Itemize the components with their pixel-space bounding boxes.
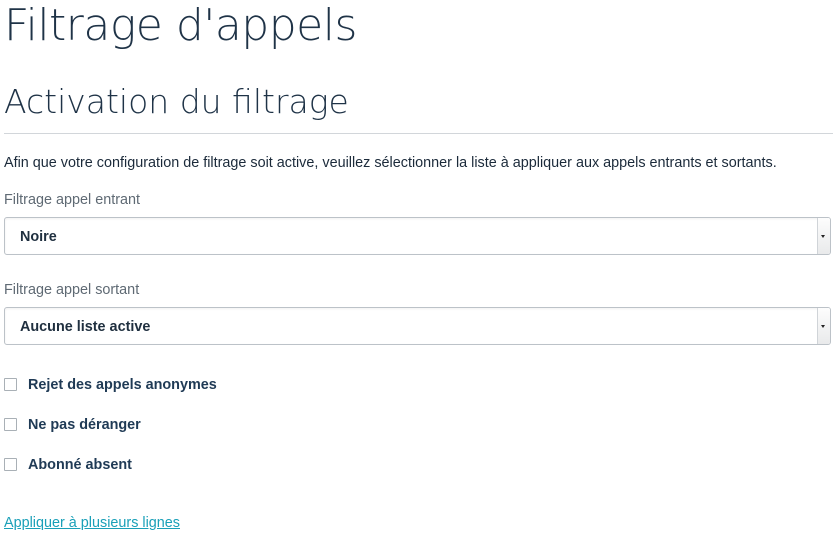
reject-anonymous-checkbox[interactable] <box>4 378 17 391</box>
incoming-filter-select[interactable]: Noire <box>4 217 831 255</box>
incoming-filter-dropdown-button[interactable] <box>817 218 830 254</box>
outgoing-filter-value: Aucune liste active <box>20 319 151 335</box>
apply-multiple-lines-link[interactable]: Appliquer à plusieurs lignes <box>4 513 180 533</box>
do-not-disturb-label[interactable]: Ne pas déranger <box>28 415 141 435</box>
chevron-down-icon <box>821 325 825 328</box>
outgoing-filter-dropdown-button[interactable] <box>817 308 830 344</box>
outgoing-filter-select[interactable]: Aucune liste active <box>4 307 831 345</box>
subscriber-absent-label[interactable]: Abonné absent <box>28 455 132 475</box>
subscriber-absent-checkbox[interactable] <box>4 458 17 471</box>
intro-text: Afin que votre configuration de filtrage… <box>4 155 777 171</box>
section-title: Activation du filtrage <box>4 82 349 121</box>
reject-anonymous-label[interactable]: Rejet des appels anonymes <box>28 375 217 395</box>
page-title: Filtrage d'appels <box>4 0 357 51</box>
section-divider <box>4 133 833 134</box>
do-not-disturb-checkbox[interactable] <box>4 418 17 431</box>
outgoing-filter-label: Filtrage appel sortant <box>4 282 140 298</box>
incoming-filter-label: Filtrage appel entrant <box>4 192 140 208</box>
incoming-filter-value: Noire <box>20 229 57 245</box>
chevron-down-icon <box>821 235 825 238</box>
